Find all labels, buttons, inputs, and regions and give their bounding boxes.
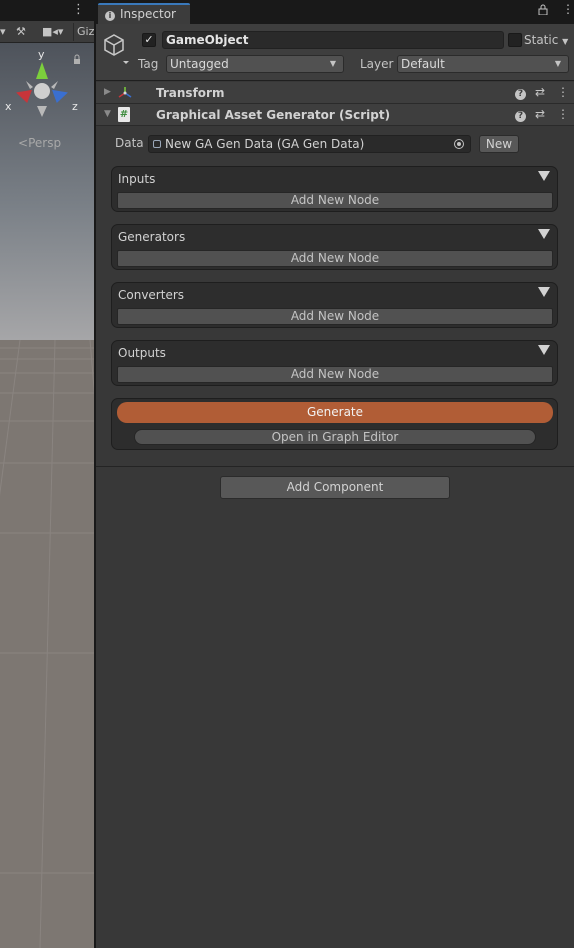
layer-arrow-icon: ▼ [554,59,561,68]
tag-dropdown[interactable]: Untagged ▼ [166,55,344,73]
scene-tab-bar: ⋮ [0,0,95,21]
help-icon[interactable]: ? [515,107,526,122]
tab-inspector-label: Inspector [120,7,176,21]
add-component-button[interactable]: Add Component [220,476,450,499]
more-options-icon[interactable]: ⋮ [72,2,85,17]
gizmo-x-label: x [5,100,12,113]
more-options-icon[interactable]: ⋮ [562,2,574,16]
camera-icon[interactable]: ■◂▾ [42,23,63,41]
more-options-icon[interactable]: ⋮ [557,107,569,121]
info-icon: i [105,11,115,21]
script-title: Graphical Asset Generator (Script) [156,108,391,122]
collapse-arrow-icon[interactable] [538,345,550,355]
csharp-script-icon: # [118,107,130,122]
presets-icon[interactable]: ⇄ [535,107,545,121]
gizmo-y-label: y [38,48,45,61]
collapse-arrow-icon[interactable] [538,229,550,239]
tab-inspector[interactable]: i Inspector [98,3,190,24]
gameobject-cube-icon[interactable] [103,33,129,67]
add-converter-node-button[interactable]: Add New Node [117,308,553,325]
collapse-arrow-icon[interactable] [538,171,550,181]
static-label: Static [524,33,559,47]
gameobject-header: ✓ GameObject Static ▼ Tag Untagged ▼ Laye… [96,24,574,81]
more-options-icon[interactable]: ⋮ [557,85,569,99]
layer-dropdown[interactable]: Default ▼ [397,55,569,73]
static-dropdown[interactable]: Static ▼ [524,33,568,47]
tag-value: Untagged [170,57,229,71]
transform-title: Transform [156,86,225,100]
add-input-node-button[interactable]: Add New Node [117,192,553,209]
inputs-section: Inputs Add New Node [111,166,558,212]
inspector-tab-bar: i Inspector ⋮ [96,0,574,24]
asset-icon [153,140,161,148]
help-icon[interactable]: ? [515,85,526,100]
inspector-panel: i Inspector ⋮ ✓ GameObject Static ▼ Tag U… [96,0,574,948]
gizmo-z-label: z [72,100,78,113]
scene-toolbar: ▾ ⚒ ■◂▾ Giz [0,21,95,43]
data-label: Data [115,136,144,150]
tag-arrow-icon: ▼ [329,59,336,68]
new-data-button[interactable]: New [479,135,519,153]
add-generator-node-button[interactable]: Add New Node [117,250,553,267]
static-arrow-icon: ▼ [562,37,569,46]
inputs-title: Inputs [118,172,156,186]
layer-value: Default [401,57,445,71]
converters-title: Converters [118,288,185,302]
object-picker-icon[interactable] [454,139,464,149]
dropdown-arrow-icon[interactable]: ▾ [0,23,6,41]
converters-section: Converters Add New Node [111,282,558,328]
collapse-arrow-icon[interactable] [538,287,550,297]
generators-section: Generators Add New Node [111,224,558,270]
data-object-field[interactable]: New GA Gen Data (GA Gen Data) [148,135,471,153]
fold-right-icon[interactable]: ▶ [104,87,111,97]
open-graph-editor-button[interactable]: Open in Graph Editor [134,429,536,445]
static-checkbox[interactable] [508,33,522,47]
data-object-value: New GA Gen Data (GA Gen Data) [165,137,365,151]
generate-button[interactable]: Generate [117,402,553,423]
transform-icon [118,87,132,98]
scene-background [0,43,95,948]
generate-section: Generate Open in Graph Editor [111,398,558,450]
back-chevron-icon: < [18,136,29,150]
outputs-section: Outputs Add New Node [111,340,558,386]
gizmos-dropdown[interactable]: Giz [73,23,94,41]
tag-label: Tag [138,57,159,71]
gameobject-name-field[interactable]: GameObject [162,31,504,49]
projection-toggle[interactable]: <Persp [18,136,61,150]
transform-header[interactable]: ▶ Transform ? ⇄ ⋮ [96,82,574,104]
fold-down-icon[interactable]: ▼ [104,109,111,119]
generators-title: Generators [118,230,186,244]
outputs-title: Outputs [118,346,166,360]
divider [96,466,574,467]
script-component-header[interactable]: ▼ # Graphical Asset Generator (Script) ?… [96,104,574,126]
persp-label: Persp [28,136,62,150]
lock-icon[interactable] [538,4,548,18]
scene-viewport[interactable]: y x z <Persp [0,43,95,948]
presets-icon[interactable]: ⇄ [535,85,545,99]
active-checkbox[interactable]: ✓ [142,33,156,47]
add-output-node-button[interactable]: Add New Node [117,366,553,383]
scene-view[interactable]: ⋮ ▾ ⚒ ■◂▾ Giz y x z <Persp [0,0,95,948]
tools-icon[interactable]: ⚒ [16,23,26,41]
layer-label: Layer [360,57,394,71]
